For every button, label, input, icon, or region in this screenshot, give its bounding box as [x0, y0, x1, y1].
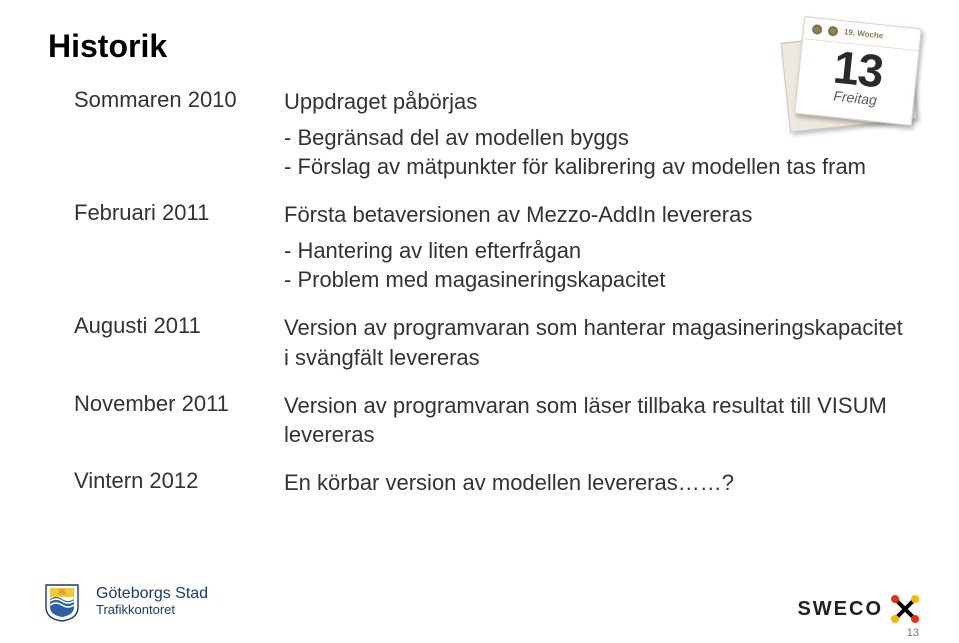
page-number: 13	[907, 627, 919, 639]
timeline-label: Vintern 2012	[74, 468, 284, 498]
calendar-illustration: 19. Woche 13 Freitag	[775, 14, 923, 134]
timeline-row: Augusti 2011 Version av programvaran som…	[74, 313, 911, 372]
timeline-label: November 2011	[74, 391, 284, 450]
footer-dept-name: Trafikkontoret	[96, 603, 208, 617]
timeline-row: Februari 2011 Första betaversionen av Me…	[74, 200, 911, 295]
sub-item: - Hantering av liten efterfrågan	[284, 236, 911, 266]
content-area: Sommaren 2010 Uppdraget påbörjas - Begrä…	[74, 87, 911, 498]
timeline-value: Första betaversionen av Mezzo-AddIn leve…	[284, 200, 911, 295]
timeline-row: November 2011 Version av programvaran so…	[74, 391, 911, 450]
slide: Historik 19. Woche 13 Freitag Sommaren 2…	[0, 0, 959, 643]
timeline-value: Version av programvaran som läser tillba…	[284, 391, 911, 450]
timeline-label: Augusti 2011	[74, 313, 284, 372]
slide-footer: Göteborgs Stad Trafikkontoret SWECO	[0, 553, 959, 643]
footer-right-logo: SWECO	[797, 595, 919, 623]
sub-item: - Förslag av mätpunkter för kalibrering …	[284, 152, 911, 182]
timeline-label: Februari 2011	[74, 200, 284, 295]
timeline-value: En körbar version av modellen levereras……	[284, 468, 911, 498]
sweco-mark-icon	[891, 595, 919, 623]
sweco-wordmark: SWECO	[797, 598, 883, 621]
footer-left-logo: Göteborgs Stad Trafikkontoret	[40, 579, 208, 623]
footer-org-name: Göteborgs Stad	[96, 585, 208, 603]
sweco-logo: SWECO	[797, 595, 919, 623]
calendar-week: 19. Woche	[844, 27, 884, 40]
timeline-label: Sommaren 2010	[74, 87, 284, 182]
sub-item: - Problem med magasineringskapacitet	[284, 265, 911, 295]
timeline-value: Version av programvaran som hanterar mag…	[284, 313, 911, 372]
goteborg-text: Göteborgs Stad Trafikkontoret	[96, 585, 208, 617]
goteborg-city-crest-icon	[40, 579, 84, 623]
timeline-row: Vintern 2012 En körbar version av modell…	[74, 468, 911, 498]
